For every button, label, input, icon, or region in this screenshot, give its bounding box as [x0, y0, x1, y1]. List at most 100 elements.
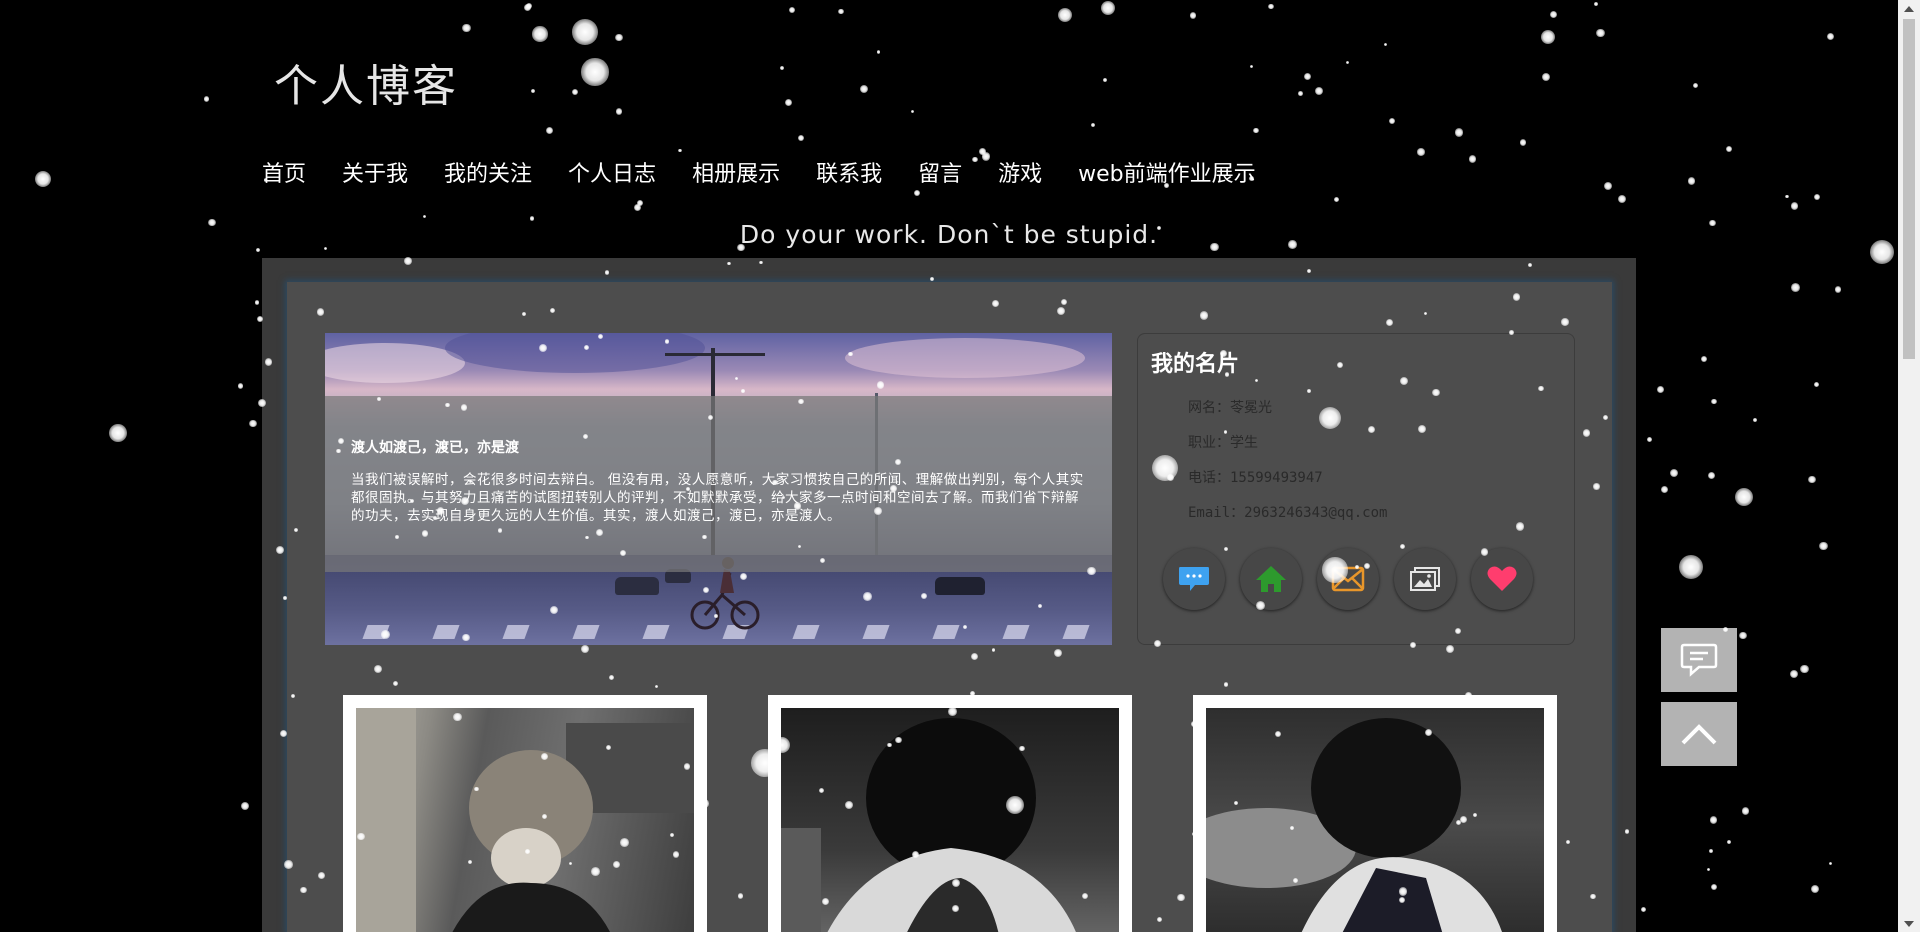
- photo-image: [781, 708, 1119, 932]
- nav-item-contact[interactable]: 联系我: [816, 156, 882, 188]
- chevron-up-icon: [1681, 724, 1717, 745]
- snowflake: [1541, 73, 1550, 82]
- card-info: 网名：苓冕光 职业：学生 电话：15599493947 Email：296324…: [1188, 397, 1387, 537]
- snowflake: [1670, 469, 1679, 478]
- snowflake: [1709, 849, 1713, 853]
- nav-item-album[interactable]: 相册展示: [692, 156, 780, 188]
- snowflake: [1734, 487, 1754, 507]
- snowflake: [1303, 73, 1312, 81]
- like-button[interactable]: [1471, 548, 1533, 610]
- snowflake: [1706, 868, 1710, 872]
- snowflake: [1383, 43, 1387, 47]
- snowflake: [422, 214, 426, 218]
- snowflake: [1346, 60, 1350, 65]
- snowflake: [1090, 122, 1096, 128]
- heart-icon: [1487, 566, 1517, 591]
- snowflake: [1790, 670, 1798, 679]
- photo-card[interactable]: [1193, 695, 1557, 932]
- snowflake: [1828, 862, 1832, 866]
- snowflake: [784, 98, 792, 106]
- snowflake: [1808, 476, 1816, 484]
- snowflake: [1334, 196, 1340, 202]
- snowflake: [979, 148, 986, 155]
- card-job: 职业：学生: [1188, 435, 1258, 451]
- scrollbar-thumb[interactable]: [1903, 19, 1915, 359]
- snowflake: [1709, 816, 1718, 824]
- snowflake: [1603, 181, 1612, 190]
- snowflake: [254, 300, 259, 305]
- comment-icon: [1680, 643, 1718, 677]
- snowflake: [1785, 194, 1789, 199]
- snowflake: [1417, 148, 1425, 156]
- snowflake: [1790, 201, 1799, 210]
- nav-item-messages[interactable]: 留言: [918, 156, 962, 188]
- snowflake: [1707, 471, 1715, 479]
- snowflake: [581, 58, 609, 86]
- snowflake: [1102, 77, 1107, 82]
- motto-banner: Do your work. Don`t be stupid.: [739, 220, 1159, 249]
- card-icon-row: [1163, 548, 1548, 610]
- snowflake: [1468, 155, 1476, 163]
- snowflake: [1656, 386, 1664, 393]
- snowflake: [530, 88, 535, 94]
- scroll-up-arrow-icon[interactable]: [1898, 0, 1920, 17]
- snowflake: [1617, 194, 1627, 204]
- card-title: 我的名片: [1151, 351, 1240, 377]
- snowflake: [1388, 117, 1396, 124]
- photo-image: [356, 708, 694, 932]
- nav-item-homework[interactable]: web前端作业展示: [1078, 156, 1256, 188]
- back-to-top-button[interactable]: [1661, 702, 1737, 766]
- chat-bubble-icon: [1179, 567, 1209, 591]
- page-scrollbar[interactable]: [1898, 0, 1920, 932]
- snowflake: [237, 383, 244, 389]
- feedback-button[interactable]: [1661, 628, 1737, 692]
- home-button[interactable]: [1240, 548, 1302, 610]
- snowflake: [1710, 884, 1718, 891]
- snowflake: [1678, 554, 1704, 580]
- snowflake: [1596, 28, 1605, 38]
- page: 个人博客 首页 关于我 我的关注 个人日志 相册展示 联系我 留言 游戏 web…: [0, 0, 1920, 932]
- snowflake: [1753, 418, 1757, 422]
- mail-button[interactable]: [1317, 548, 1379, 610]
- snowflake: [633, 203, 641, 211]
- snowflake: [1314, 86, 1324, 96]
- snowflake: [1726, 840, 1732, 845]
- snowflake: [1834, 286, 1841, 293]
- snowflake: [1267, 3, 1274, 10]
- snowflake: [1800, 664, 1810, 674]
- snowflake: [1540, 29, 1556, 45]
- snowflake: [859, 84, 869, 93]
- main-nav: 首页 关于我 我的关注 个人日志 相册展示 联系我 留言 游戏 web前端作业展…: [262, 156, 1292, 188]
- gallery-button[interactable]: [1394, 548, 1456, 610]
- snowflake: [204, 96, 210, 102]
- profile-card: 我的名片 网名：苓冕光 职业：学生 电话：15599493947 Email：2…: [1137, 333, 1575, 645]
- photo-card[interactable]: [343, 695, 707, 932]
- snowflake: [1057, 7, 1073, 23]
- chat-button[interactable]: [1163, 548, 1225, 610]
- snowflake: [1641, 907, 1646, 913]
- snowflake: [1100, 0, 1116, 16]
- scroll-down-arrow-icon[interactable]: [1898, 915, 1920, 932]
- snowflake: [545, 126, 553, 135]
- snowflake: [1687, 176, 1696, 185]
- mail-icon: [1331, 566, 1365, 592]
- nav-item-home[interactable]: 首页: [262, 156, 306, 188]
- snowflake: [1790, 282, 1800, 292]
- snowflake: [788, 6, 796, 14]
- snowflake: [1739, 631, 1747, 640]
- snowflake: [1189, 12, 1197, 19]
- snowflake: [1594, 2, 1599, 7]
- snowflake: [249, 419, 258, 428]
- nav-item-games[interactable]: 游戏: [998, 156, 1042, 188]
- snowflake: [532, 26, 548, 42]
- nav-item-diary[interactable]: 个人日志: [568, 156, 656, 188]
- home-icon: [1256, 566, 1286, 592]
- photo-card[interactable]: [768, 695, 1132, 932]
- nav-item-following[interactable]: 我的关注: [444, 156, 532, 188]
- snowflake: [109, 424, 127, 442]
- snowflake: [1454, 128, 1464, 137]
- quote-banner: 渡人如渡己，渡已，亦是渡 当我们被误解时，会花很多时间去辩白。 但没有用，没人愿…: [325, 333, 1112, 645]
- nav-item-about[interactable]: 关于我: [342, 156, 408, 188]
- snowflake: [914, 190, 921, 197]
- site-title: 个人博客: [274, 61, 458, 112]
